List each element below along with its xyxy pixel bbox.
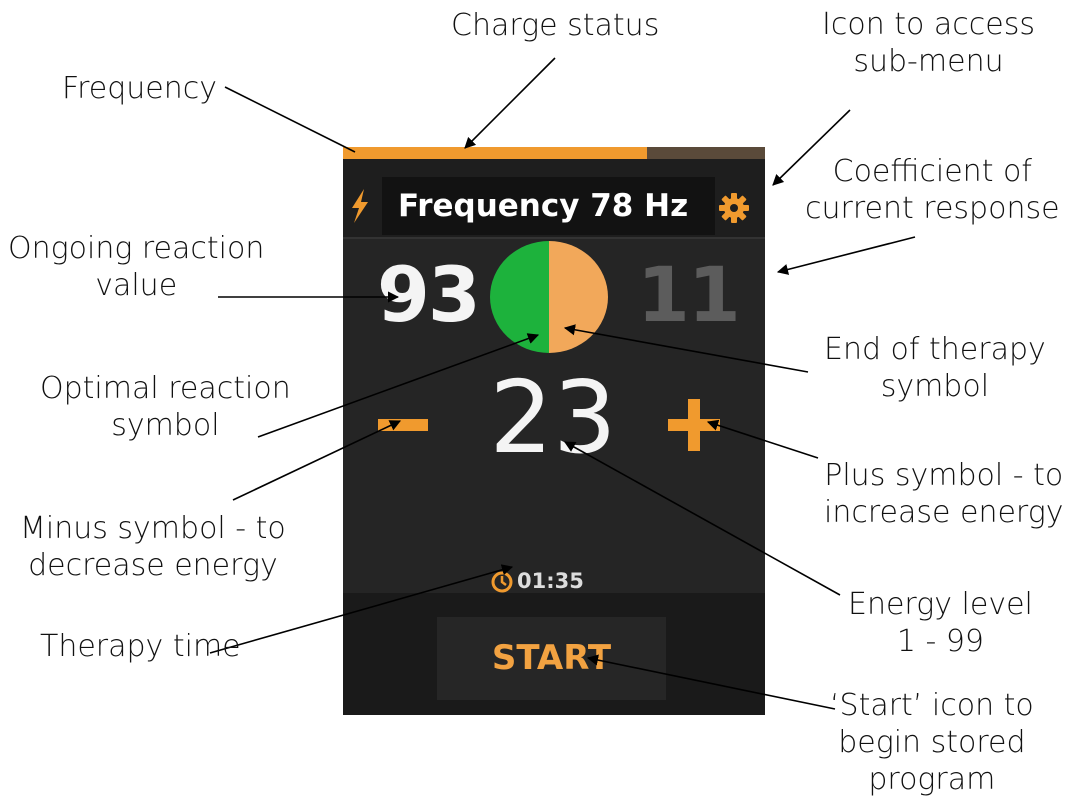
coefficient-value: 11 xyxy=(637,250,741,339)
therapy-time-value: 01:35 xyxy=(517,569,584,593)
plus-icon[interactable] xyxy=(668,399,720,451)
bolt-icon xyxy=(352,189,368,223)
callout-start-icon: ‘Start’ icon to begin stored program xyxy=(830,688,1034,797)
frequency-header: Frequency 78 Hz xyxy=(343,159,765,239)
gear-icon[interactable] xyxy=(719,193,749,223)
reaction-symbol xyxy=(490,241,608,353)
frequency-display[interactable]: Frequency 78 Hz xyxy=(382,177,715,235)
charge-status-bar xyxy=(343,147,765,159)
callout-minus-symbol: Minus symbol - to decrease energy xyxy=(20,511,286,583)
charge-status-fill xyxy=(343,147,647,159)
callout-optimal-reaction: Optimal reaction symbol xyxy=(40,371,291,443)
leader-coefficient xyxy=(776,236,916,275)
callout-charge-status: Charge status xyxy=(451,8,660,43)
device-screen: Frequency 78 Hz 93 11 23 01:35 START xyxy=(343,147,765,715)
callout-coefficient: Coefficient of current response xyxy=(805,154,1060,226)
end-of-therapy-symbol xyxy=(549,241,608,353)
callout-frequency: Frequency xyxy=(62,71,217,106)
callout-energy-level: Energy level 1 - 99 xyxy=(848,587,1033,659)
callout-submenu-icon: Icon to access sub-menu xyxy=(822,7,1035,79)
callout-plus-symbol: Plus symbol - to increase energy xyxy=(824,458,1064,530)
callout-end-of-therapy: End of therapy symbol xyxy=(824,332,1046,404)
leader-frequency xyxy=(224,86,356,153)
clock-icon xyxy=(491,571,513,593)
optimal-reaction-symbol xyxy=(490,241,549,353)
ongoing-reaction-value: 93 xyxy=(377,250,481,339)
callout-ongoing-reaction: Ongoing reaction value xyxy=(8,231,265,303)
minus-icon[interactable] xyxy=(378,419,428,431)
callout-therapy-time: Therapy time xyxy=(40,629,241,664)
leader-charge-status xyxy=(464,57,556,149)
energy-level-value: 23 xyxy=(489,359,617,476)
start-button[interactable]: START xyxy=(437,617,666,700)
